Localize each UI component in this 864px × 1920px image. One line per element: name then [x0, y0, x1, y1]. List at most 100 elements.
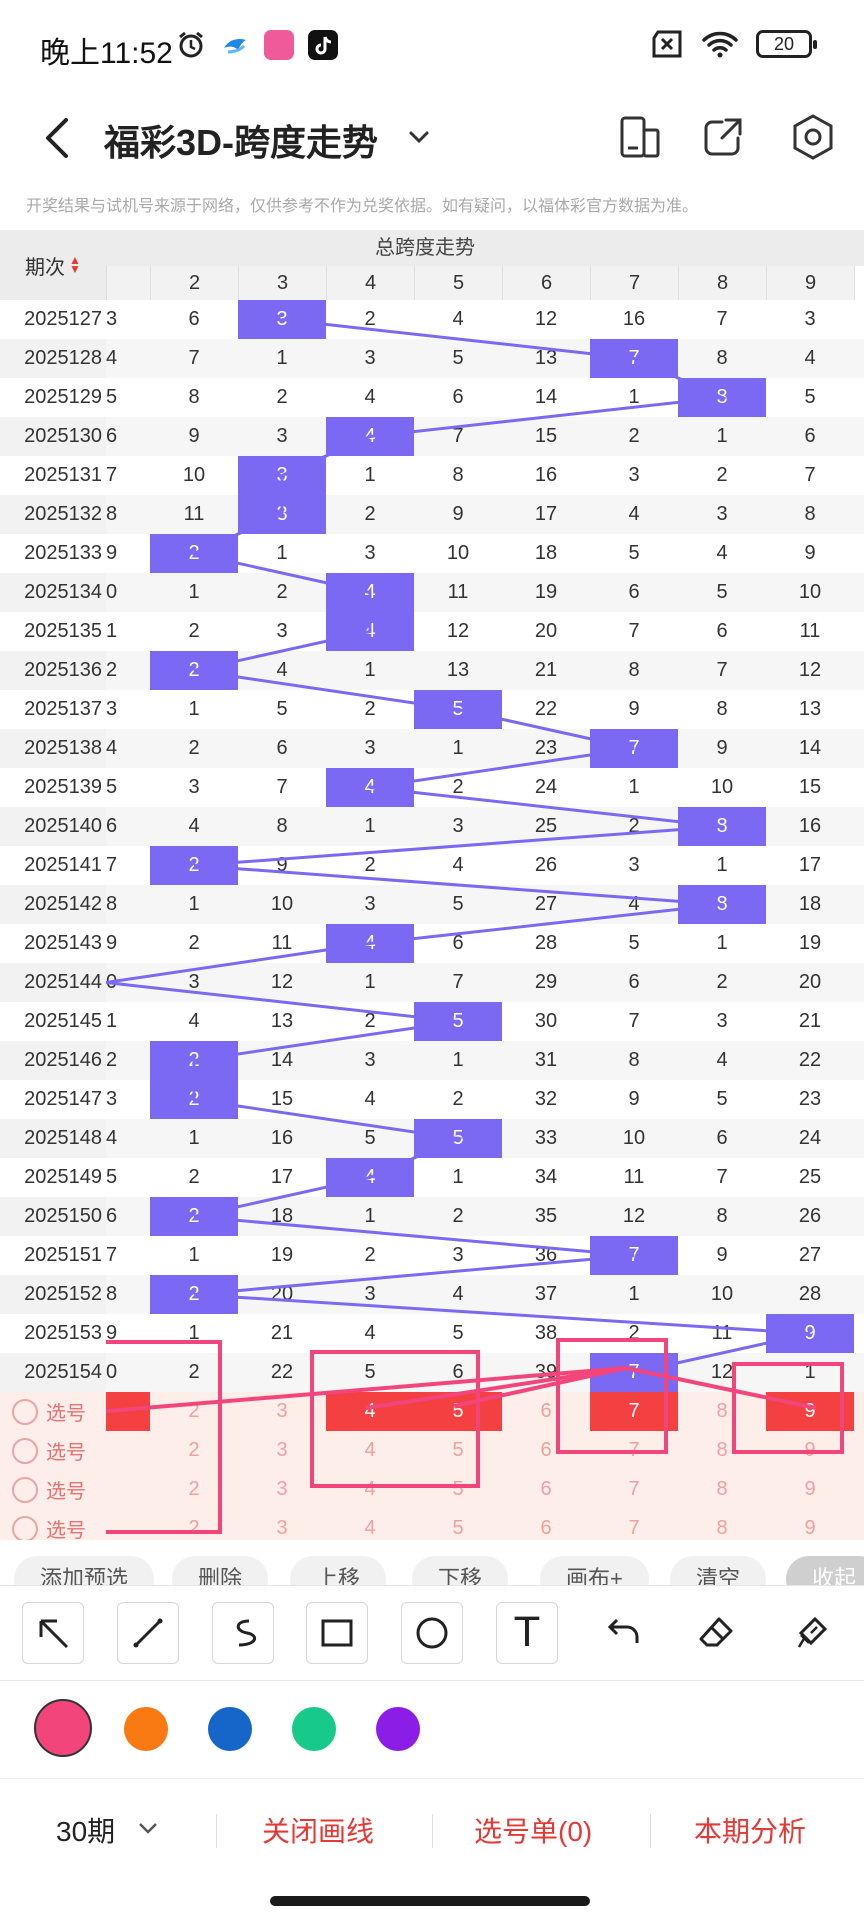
trend-cell: 1 — [364, 464, 376, 486]
issue-number: 2025148 — [0, 1119, 106, 1158]
pick-cell[interactable]: 8 — [678, 1431, 766, 1470]
curve-tool-icon[interactable] — [212, 1602, 274, 1664]
pick-cell-selected[interactable]: 7 — [590, 1392, 678, 1431]
action-chips: 添加预选 删除 上移 下移 画布+ 清空 收起 — [0, 1548, 864, 1588]
undo-icon[interactable] — [592, 1602, 654, 1664]
issue-header[interactable]: 期次 ▲ ▼ — [0, 230, 106, 300]
pick-cell[interactable]: 9 — [766, 1470, 854, 1509]
share-icon[interactable] — [696, 110, 750, 164]
text-tool-icon[interactable]: T — [496, 1602, 558, 1664]
pick-cell[interactable]: 9 — [766, 1509, 854, 1540]
pick-cell[interactable]: 8 — [678, 1509, 766, 1540]
column-header: 9 — [766, 266, 854, 300]
pick-cell[interactable]: 6 — [502, 1431, 590, 1470]
trend-cell: 5 — [628, 542, 640, 564]
trend-cell: 24 — [534, 776, 558, 798]
pick-cell[interactable] — [106, 1509, 150, 1540]
pick-cell[interactable]: 4 — [326, 1509, 414, 1540]
pick-cell-selected[interactable]: 4 — [326, 1392, 414, 1431]
pick-cell[interactable]: 2 — [150, 1509, 238, 1540]
radio-circle-icon[interactable] — [12, 1398, 38, 1425]
pick-cell[interactable]: 3 — [238, 1470, 326, 1509]
pick-cell[interactable]: 6 — [502, 1392, 590, 1431]
issue-number: 2025143 — [0, 924, 106, 963]
rectangle-tool-icon[interactable] — [306, 1602, 368, 1664]
pick-cell[interactable]: 8 — [678, 1470, 766, 1509]
trend-cell: 8 — [106, 893, 118, 915]
pick-cell[interactable]: 2 — [150, 1470, 238, 1509]
pick-cell[interactable]: 3 — [238, 1431, 326, 1470]
tiktok-icon — [308, 30, 338, 60]
trend-cell: 17 — [270, 1166, 294, 1188]
pick-cell[interactable]: 2 — [150, 1392, 238, 1431]
analysis-button[interactable]: 本期分析 — [694, 1810, 806, 1850]
pick-cell[interactable]: 2 — [150, 1431, 238, 1470]
pick-cell[interactable] — [106, 1431, 150, 1470]
close-lines-button[interactable]: 关闭画线 — [262, 1810, 374, 1850]
pick-cell[interactable]: 9 — [766, 1431, 854, 1470]
chip-button[interactable]: 下移 — [412, 1556, 509, 1588]
page-title[interactable]: 福彩3D-跨度走势 — [104, 114, 378, 166]
trend-cell: 13 — [534, 347, 558, 369]
pick-cell[interactable]: 5 — [414, 1509, 502, 1540]
pick-cell[interactable]: 7 — [590, 1470, 678, 1509]
trend-cell: 2 — [364, 854, 376, 876]
pick-list-button[interactable]: 选号单(0) — [474, 1810, 592, 1850]
pick-cell-selected[interactable]: 9 — [766, 1392, 854, 1431]
layout-icon[interactable] — [612, 110, 666, 164]
chevron-down-icon[interactable] — [402, 120, 436, 154]
radio-circle-icon[interactable] — [12, 1437, 38, 1464]
pick-cell[interactable]: 5 — [414, 1431, 502, 1470]
pick-cell[interactable]: 7 — [590, 1509, 678, 1540]
pick-row-toggle[interactable]: 选号 — [0, 1431, 106, 1470]
period-selector[interactable]: 30期 — [56, 1810, 115, 1850]
chip-button[interactable]: 删除 — [172, 1556, 269, 1588]
chip-button[interactable]: 上移 — [290, 1556, 387, 1588]
line-tool-icon[interactable] — [117, 1602, 179, 1664]
trend-cell: 14 — [798, 737, 822, 759]
radio-circle-icon[interactable] — [12, 1476, 38, 1503]
trend-cell: 17 — [798, 854, 822, 876]
pick-cell[interactable]: 4 — [326, 1470, 414, 1509]
trend-cell: 7 — [452, 971, 464, 993]
arrow-tool-icon[interactable] — [22, 1602, 84, 1664]
trend-cell: 7 — [804, 464, 816, 486]
chip-button[interactable]: 画布+ — [540, 1556, 649, 1588]
circle-tool-icon[interactable] — [401, 1602, 463, 1664]
pick-cell[interactable]: 4 — [326, 1431, 414, 1470]
color-swatch[interactable] — [208, 1707, 252, 1751]
pick-cell[interactable] — [106, 1392, 150, 1431]
color-swatch[interactable] — [34, 1699, 92, 1757]
pick-row-toggle[interactable]: 选号 — [0, 1470, 106, 1509]
color-swatch[interactable] — [124, 1707, 168, 1751]
trend-cell: 9 — [106, 1322, 118, 1344]
pick-row-toggle[interactable]: 选号 — [0, 1392, 106, 1431]
settings-icon[interactable] — [786, 110, 840, 164]
pick-cell[interactable]: 3 — [238, 1392, 326, 1431]
trend-cell: 19 — [270, 1244, 294, 1266]
pick-cell[interactable]: 8 — [678, 1392, 766, 1431]
pick-cell[interactable] — [106, 1470, 150, 1509]
radio-circle-icon[interactable] — [12, 1515, 38, 1540]
pick-cell[interactable]: 5 — [414, 1470, 502, 1509]
trend-cell: 12 — [534, 308, 558, 330]
color-swatch[interactable] — [292, 1707, 336, 1751]
pick-cell[interactable]: 6 — [502, 1470, 590, 1509]
back-icon[interactable] — [36, 110, 76, 166]
chip-button[interactable]: 清空 — [670, 1556, 767, 1588]
clear-brush-icon[interactable] — [780, 1602, 842, 1664]
pick-cell-selected[interactable]: 5 — [414, 1392, 502, 1431]
color-swatch[interactable] — [376, 1707, 420, 1751]
trend-cell: 11 — [623, 1166, 645, 1188]
chevron-down-icon[interactable] — [136, 1816, 160, 1840]
column-header: 5 — [414, 266, 502, 300]
sort-icon[interactable]: ▲ ▼ — [69, 254, 81, 275]
issue-number: 2025132 — [0, 495, 106, 534]
pick-cell[interactable]: 7 — [590, 1431, 678, 1470]
eraser-icon[interactable] — [686, 1602, 748, 1664]
pick-cell[interactable]: 3 — [238, 1509, 326, 1540]
pick-row-toggle[interactable]: 选号 — [0, 1509, 106, 1540]
chip-button[interactable]: 添加预选 — [14, 1556, 155, 1588]
pick-cell[interactable]: 6 — [502, 1509, 590, 1540]
chip-button[interactable]: 收起 — [786, 1556, 864, 1588]
